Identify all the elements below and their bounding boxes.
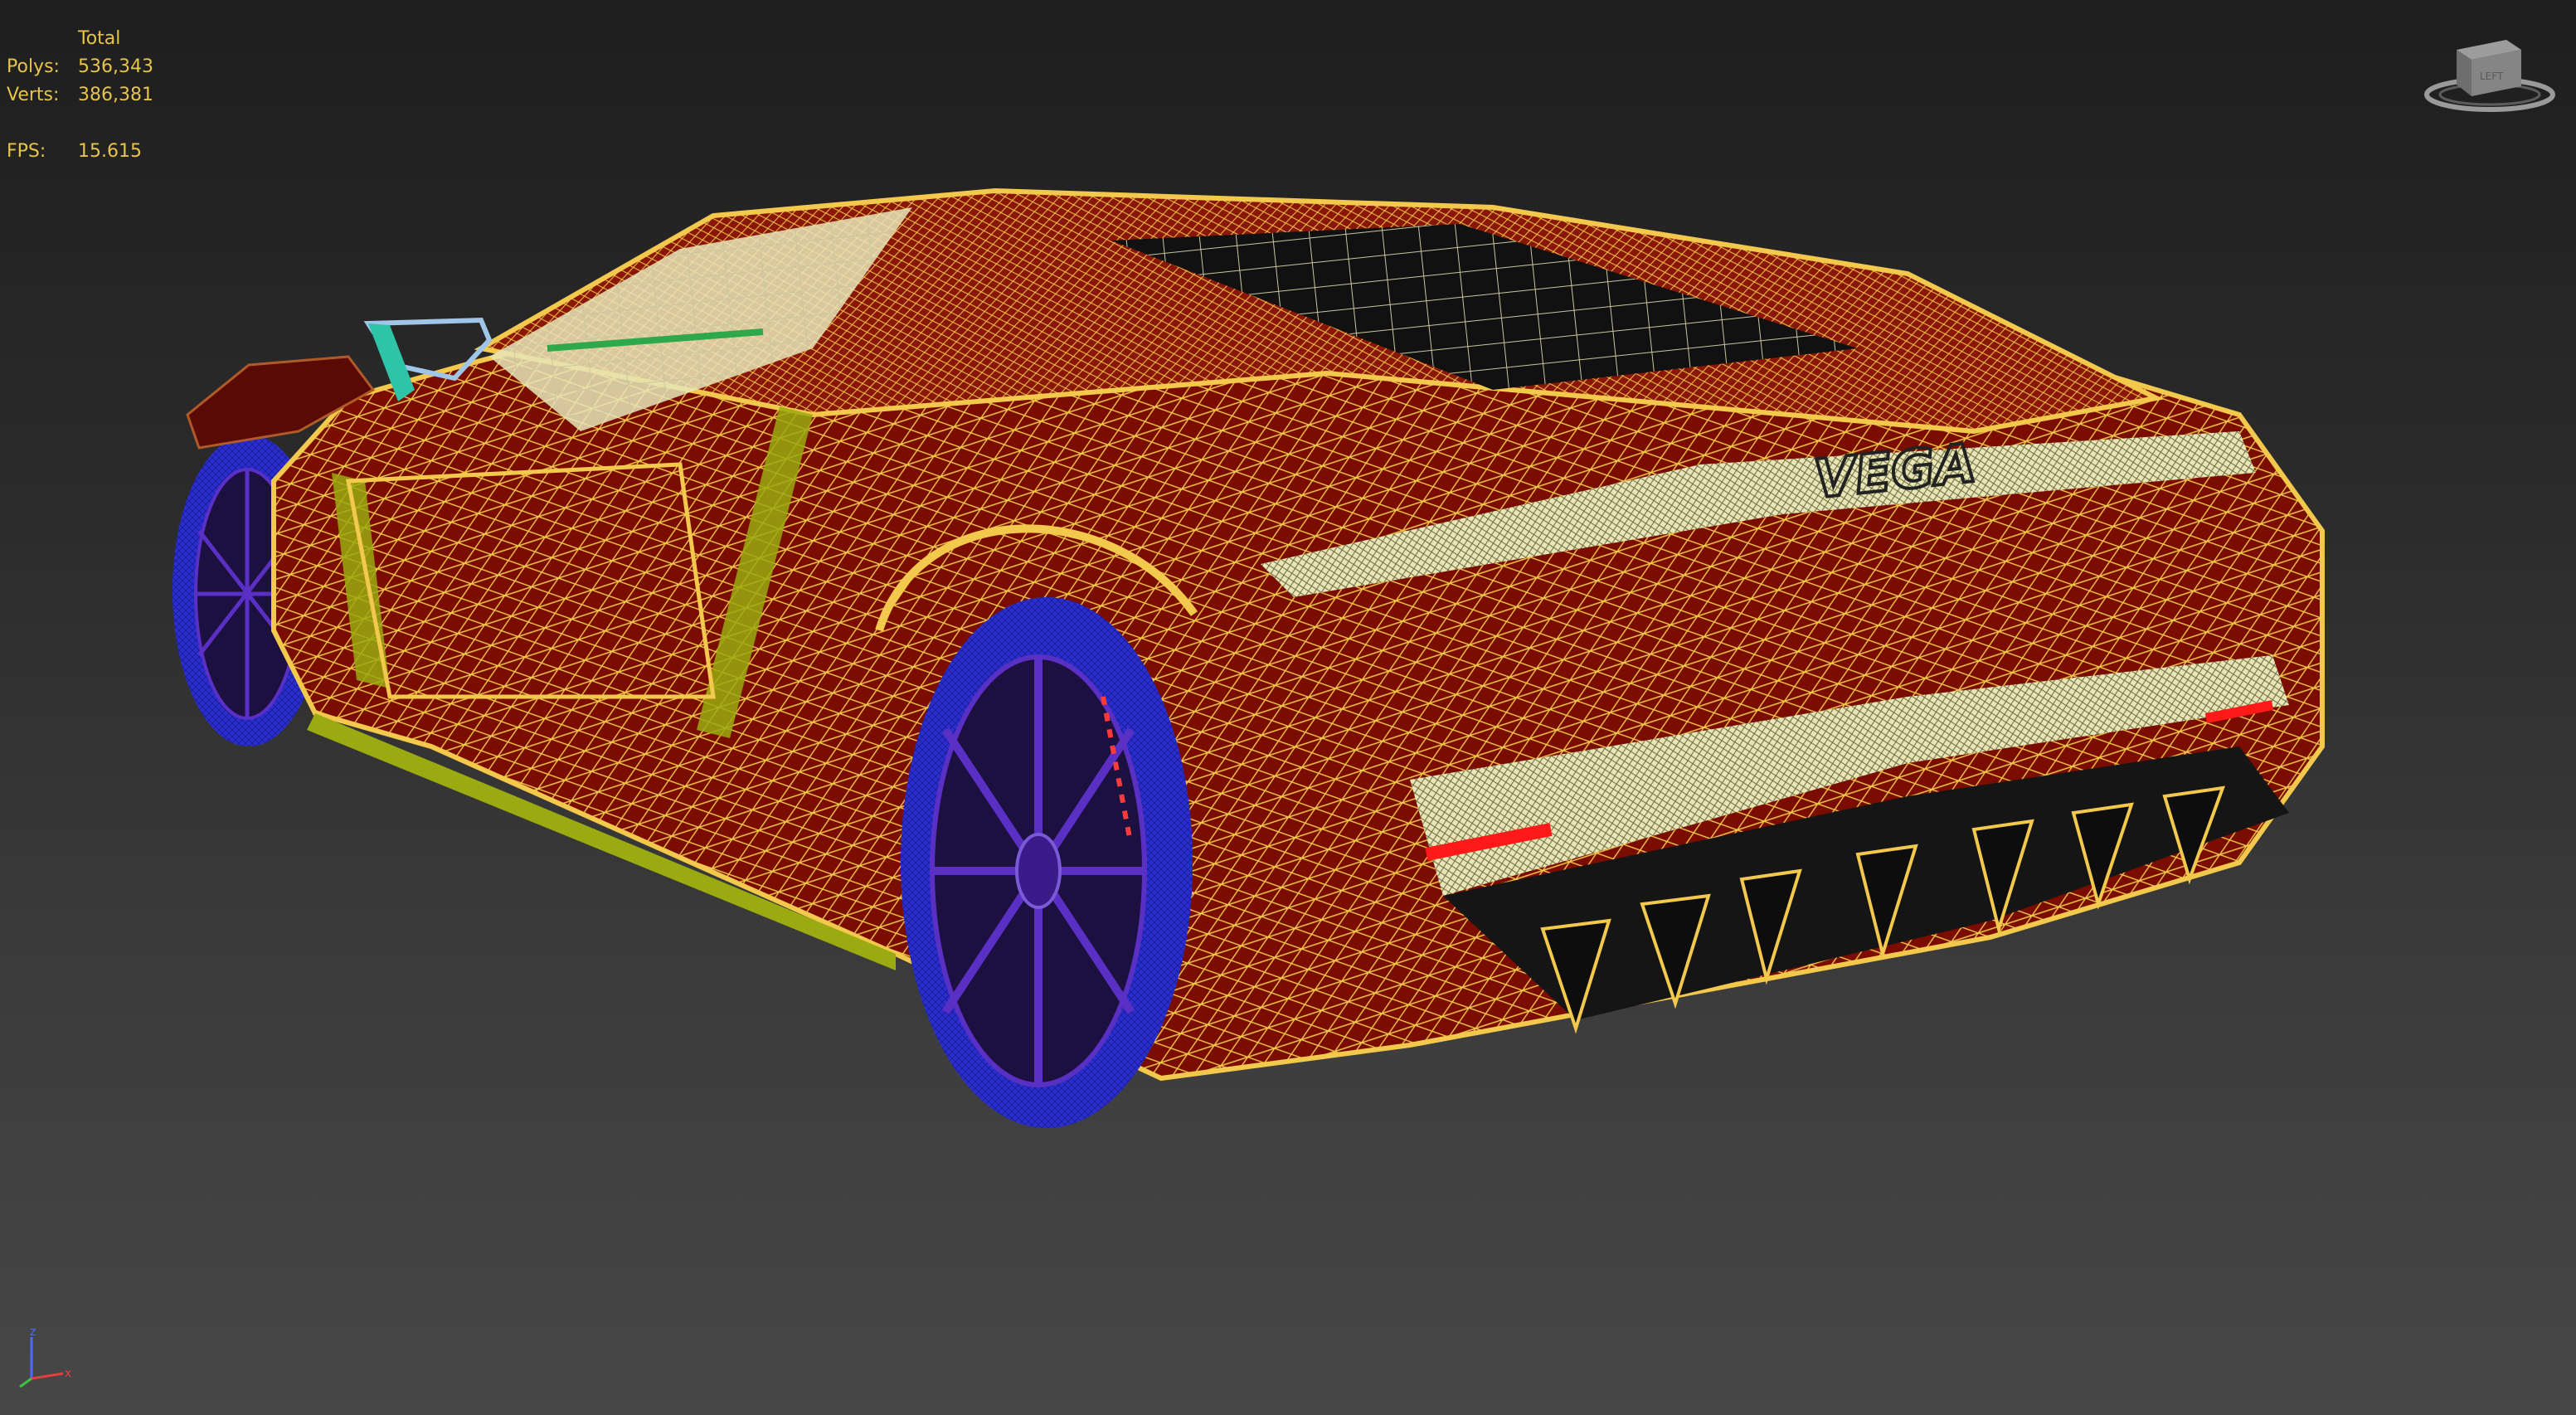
rear-wheel-near [901,597,1193,1128]
perspective-viewport[interactable]: Total Polys: 536,343 Verts: 386,381 FPS:… [0,0,2576,1415]
svg-text:LEFT: LEFT [2480,71,2504,82]
axis-x-label: x [65,1367,71,1380]
axis-tripod-icon: z x [19,1325,71,1388]
viewcube-icon[interactable]: LEFT [2423,32,2556,114]
axis-z-label: z [30,1325,36,1339]
car-model-render[interactable]: VEGA [0,0,2576,1415]
car-body [271,187,2325,1082]
